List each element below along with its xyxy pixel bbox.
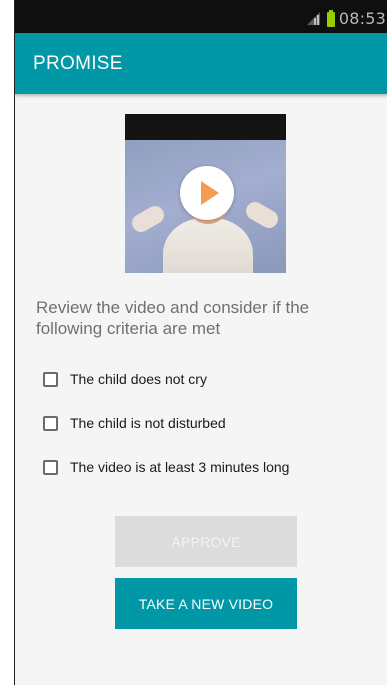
criterion-min-length[interactable]: The video is at least 3 minutes long	[43, 454, 363, 480]
battery-icon	[326, 9, 335, 27]
criterion-label: The child does not cry	[70, 371, 207, 387]
app-title: PROMISE	[33, 53, 123, 74]
criterion-no-cry[interactable]: The child does not cry	[43, 366, 363, 392]
baby-body	[163, 218, 253, 273]
criterion-label: The child is not disturbed	[70, 415, 226, 431]
baby-arm-right	[242, 198, 282, 232]
app-screen: 08:53 PROMISE Review the video and consi…	[14, 0, 387, 685]
status-bar: 08:53	[15, 0, 387, 33]
checkbox[interactable]	[43, 371, 58, 387]
play-icon	[201, 181, 219, 205]
play-button[interactable]	[180, 166, 234, 220]
instructions-text: Review the video and consider if the fol…	[36, 298, 310, 338]
status-time: 08:53	[338, 8, 386, 28]
status-icons: 08:53	[305, 8, 386, 28]
criterion-label: The video is at least 3 minutes long	[70, 459, 290, 475]
criterion-not-disturbed[interactable]: The child is not disturbed	[43, 410, 363, 436]
video-thumbnail[interactable]	[125, 114, 286, 273]
video-letterbox	[125, 114, 286, 140]
checkbox[interactable]	[43, 459, 58, 475]
app-bar: PROMISE	[15, 33, 387, 94]
checkbox[interactable]	[43, 415, 58, 431]
baby-arm-left	[128, 202, 168, 236]
approve-button[interactable]: APPROVE	[115, 516, 297, 567]
take-new-video-button[interactable]: TAKE A NEW VIDEO	[115, 578, 297, 629]
signal-icon	[306, 12, 320, 25]
